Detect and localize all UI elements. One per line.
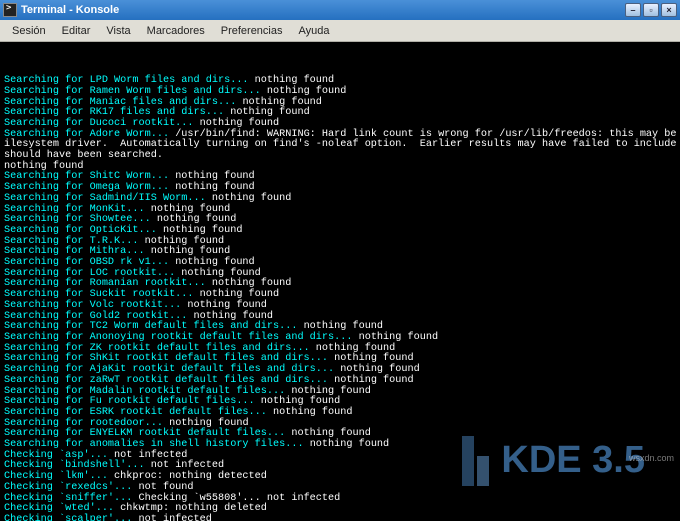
line-result: nothing found xyxy=(267,86,346,97)
line-label: Searching for Ducoci rootkit... xyxy=(4,118,200,129)
line-label: Searching for anomalies in shell history… xyxy=(4,439,310,450)
line-label: Searching for Mithra... xyxy=(4,246,151,257)
line-label: Searching for Romanian rootkit... xyxy=(4,278,212,289)
line-label: Searching for ESRK rootkit default files… xyxy=(4,407,273,418)
line-result: nothing found xyxy=(175,171,254,182)
line-result: nothing found xyxy=(212,278,291,289)
terminal-line: Checking `scalper'... not infected xyxy=(4,515,676,521)
line-result: Checking `w55808'... not infected xyxy=(139,493,341,504)
line-label: Searching for Suckit rootkit... xyxy=(4,289,200,300)
line-result: nothing found xyxy=(175,257,254,268)
line-label: Checking `wted'... xyxy=(4,503,120,514)
line-label: Searching for Gold2 rootkit... xyxy=(4,311,194,322)
line-label: Searching for LPD Worm files and dirs... xyxy=(4,75,255,86)
line-result: nothing found xyxy=(273,407,352,418)
line-label: Searching for zaRwT rootkit default file… xyxy=(4,375,334,386)
line-label: Searching for Omega Worm... xyxy=(4,182,175,193)
line-result: chkwtmp: nothing deleted xyxy=(120,503,267,514)
line-result: /usr/bin/find: WARNING: Hard link count … xyxy=(175,129,680,140)
konsole-window: Terminal - Konsole – ▫ × Sesión Editar V… xyxy=(0,0,680,521)
line-label: Searching for ShitC Worm... xyxy=(4,171,175,182)
watermark: wsxdn.com xyxy=(629,454,674,463)
line-result: nothing found xyxy=(163,225,242,236)
line-label: Searching for TC2 Worm default files and… xyxy=(4,321,304,332)
line-label: Searching for Sadmind/IIS Worm... xyxy=(4,193,212,204)
line-result: chkproc: nothing detected xyxy=(114,471,267,482)
line-result: not found xyxy=(139,482,194,493)
line-result: nothing found xyxy=(200,289,279,300)
line-label: Searching for Showtee... xyxy=(4,214,157,225)
line-result: nothing found xyxy=(255,75,334,86)
line-result: nothing found xyxy=(310,439,389,450)
line-label: Searching for Volc rootkit... xyxy=(4,300,187,311)
line-label: Searching for Maniac files and dirs... xyxy=(4,97,242,108)
line-label: Searching for T.R.K... xyxy=(4,236,145,247)
line-label: Searching for Adore Worm... xyxy=(4,129,175,140)
line-label: Searching for rootedoor... xyxy=(4,418,169,429)
line-result: nothing found xyxy=(157,214,236,225)
line-result: nothing found xyxy=(291,428,370,439)
line-result: nothing found xyxy=(340,364,419,375)
menu-preferencias[interactable]: Preferencias xyxy=(213,22,291,40)
line-result: nothing found xyxy=(291,386,370,397)
menu-marcadores[interactable]: Marcadores xyxy=(139,22,213,40)
terminal-icon xyxy=(3,3,17,17)
titlebar[interactable]: Terminal - Konsole – ▫ × xyxy=(0,0,680,20)
menubar: Sesión Editar Vista Marcadores Preferenc… xyxy=(0,20,680,42)
line-label: Searching for RK17 files and dirs... xyxy=(4,107,230,118)
line-result: nothing found xyxy=(212,193,291,204)
line-result: not infected xyxy=(139,514,212,521)
line-label: Searching for AjaKit rootkit default fil… xyxy=(4,364,340,375)
line-result: nothing found xyxy=(175,182,254,193)
line-result: nothing found xyxy=(169,418,248,429)
line-label: Searching for Madalin rootkit default fi… xyxy=(4,386,291,397)
line-label: Checking `bindshell'... xyxy=(4,460,151,471)
window-title: Terminal - Konsole xyxy=(21,4,119,16)
menu-editar[interactable]: Editar xyxy=(54,22,99,40)
line-label: Searching for MonKit... xyxy=(4,204,151,215)
line-label: Searching for Anonoying rootkit default … xyxy=(4,332,359,343)
line-result: should have been searched. xyxy=(4,150,163,161)
minimize-button[interactable]: – xyxy=(625,3,641,17)
line-label: Searching for OBSD rk v1... xyxy=(4,257,175,268)
line-result: nothing found xyxy=(242,97,321,108)
terminal-line: should have been searched. xyxy=(4,151,676,162)
line-result: nothing found xyxy=(151,204,230,215)
menu-vista[interactable]: Vista xyxy=(98,22,138,40)
line-label: Searching for Ramen Worm files and dirs.… xyxy=(4,86,267,97)
line-result: nothing found xyxy=(334,353,413,364)
close-button[interactable]: × xyxy=(661,3,677,17)
maximize-button[interactable]: ▫ xyxy=(643,3,659,17)
line-result: nothing found xyxy=(200,118,279,129)
line-result: nothing found xyxy=(304,321,383,332)
line-label: Searching for ENYELKM rootkit default fi… xyxy=(4,428,291,439)
line-result: nothing found xyxy=(359,332,438,343)
line-result: nothing found xyxy=(187,300,266,311)
line-result: nothing found xyxy=(230,107,309,118)
terminal-output[interactable]: KDE 3.5 Searching for LPD Worm files and… xyxy=(0,42,680,521)
line-label: Searching for ShKit rootkit default file… xyxy=(4,353,334,364)
line-result: nothing found xyxy=(145,236,224,247)
line-result: nothing found xyxy=(334,375,413,386)
line-label: Checking `lkm'... xyxy=(4,471,114,482)
line-result: nothing found xyxy=(194,311,273,322)
line-label: Searching for OpticKit... xyxy=(4,225,163,236)
menu-sesion[interactable]: Sesión xyxy=(4,22,54,40)
window-controls: – ▫ × xyxy=(625,3,677,17)
line-result: nothing found xyxy=(261,396,340,407)
menu-ayuda[interactable]: Ayuda xyxy=(291,22,338,40)
line-label: Checking `scalper'... xyxy=(4,514,139,521)
line-result: not infected xyxy=(151,460,224,471)
line-label: Checking `rexedcs'... xyxy=(4,482,139,493)
line-label: Searching for Fu rootkit default files..… xyxy=(4,396,261,407)
line-result: ilesystem driver. Automatically turning … xyxy=(4,139,680,150)
line-result: nothing found xyxy=(151,246,230,257)
line-label: Checking `sniffer'... xyxy=(4,493,139,504)
